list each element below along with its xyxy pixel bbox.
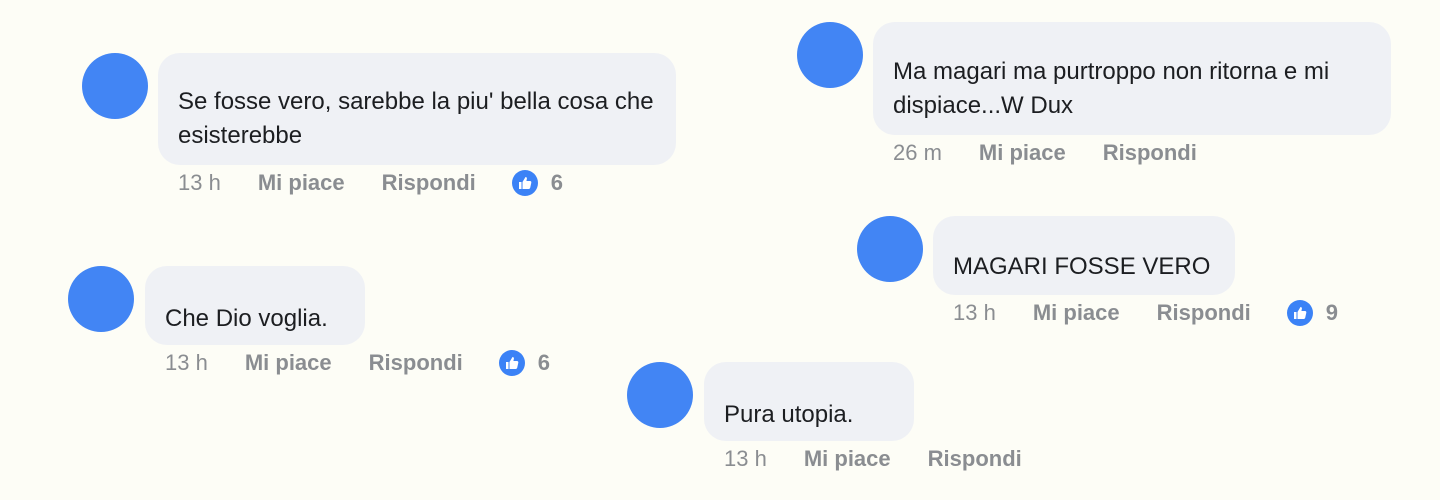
thumbs-up-icon [498,350,525,376]
comment-actions: 13 h Mi piace Rispondi [724,446,1022,472]
avatar[interactable] [797,22,863,88]
comment-actions: 13 h Mi piace Rispondi 6 [165,350,550,376]
thumbs-up-icon [511,170,538,196]
like-count: 6 [550,170,563,195]
comment-text: Pura utopia. [724,401,854,428]
like-button[interactable]: Mi piace [804,446,891,472]
like-button[interactable]: Mi piace [245,350,332,376]
reaction-count: 6 [511,170,563,196]
like-button[interactable]: Mi piace [1033,300,1120,326]
reaction-count: 9 [1286,300,1338,326]
reply-button[interactable]: Rispondi [1157,300,1251,326]
reply-button[interactable]: Rispondi [1103,140,1197,166]
comment-bubble: Ma magari ma purtroppo non ritorna e mi … [873,22,1391,135]
comment-actions: 13 h Mi piace Rispondi 6 [178,170,563,196]
reply-button[interactable]: Rispondi [928,446,1022,472]
comment-text: Ma magari ma purtroppo non ritorna e mi … [893,58,1330,119]
like-count: 9 [1325,300,1338,325]
comment-bubble: Che Dio voglia. [145,266,365,345]
reply-button[interactable]: Rispondi [382,170,476,196]
comment-actions: 26 m Mi piace Rispondi [893,140,1197,166]
comment-bubble: Pura utopia. [704,362,914,441]
comment-text: Se fosse vero, sarebbe la piu' bella cos… [178,88,654,149]
comment-time: 26 m [893,140,942,165]
comment-time: 13 h [724,446,767,471]
comment-actions: 13 h Mi piace Rispondi 9 [953,300,1338,326]
comment-text: Che Dio voglia. [165,305,328,332]
comment-time: 13 h [165,350,208,375]
comment-bubble: Se fosse vero, sarebbe la piu' bella cos… [158,53,676,165]
comment-time: 13 h [953,300,996,325]
like-count: 6 [537,350,550,375]
comment-bubble: MAGARI FOSSE VERO [933,216,1235,295]
comment-time: 13 h [178,170,221,195]
reaction-count: 6 [498,350,550,376]
reply-button[interactable]: Rispondi [369,350,463,376]
like-button[interactable]: Mi piace [258,170,345,196]
avatar[interactable] [68,266,134,332]
like-button[interactable]: Mi piace [979,140,1066,166]
comment-text: MAGARI FOSSE VERO [953,253,1211,280]
thumbs-up-icon [1286,300,1313,326]
avatar[interactable] [627,362,693,428]
avatar[interactable] [82,53,148,119]
avatar[interactable] [857,216,923,282]
